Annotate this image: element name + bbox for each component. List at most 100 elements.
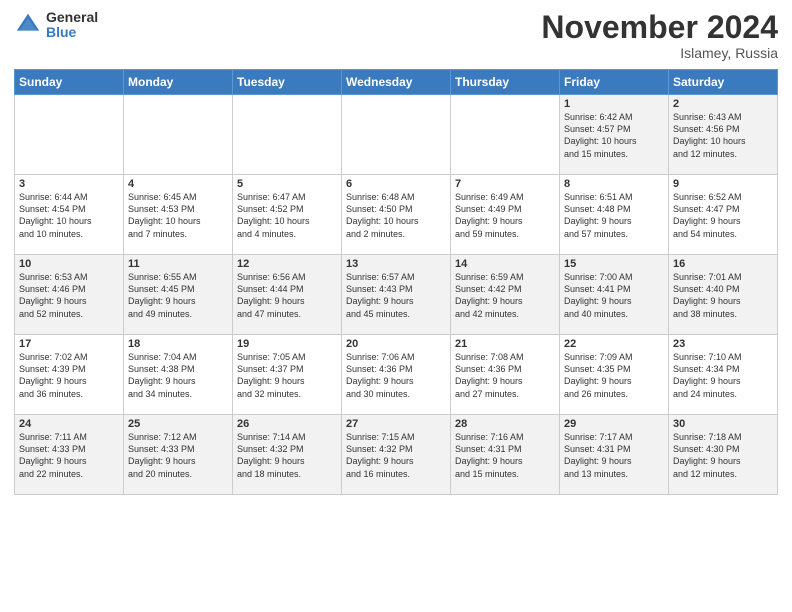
calendar-cell: 22Sunrise: 7:09 AM Sunset: 4:35 PM Dayli… [560, 335, 669, 415]
calendar-cell: 1Sunrise: 6:42 AM Sunset: 4:57 PM Daylig… [560, 95, 669, 175]
calendar-cell: 30Sunrise: 7:18 AM Sunset: 4:30 PM Dayli… [669, 415, 778, 495]
day-info: Sunrise: 7:00 AM Sunset: 4:41 PM Dayligh… [564, 271, 664, 320]
day-info: Sunrise: 7:05 AM Sunset: 4:37 PM Dayligh… [237, 351, 337, 400]
logo: General Blue [14, 10, 98, 41]
title-block: November 2024 Islamey, Russia [541, 10, 778, 61]
header: General Blue November 2024 Islamey, Russ… [14, 10, 778, 61]
calendar-cell: 13Sunrise: 6:57 AM Sunset: 4:43 PM Dayli… [342, 255, 451, 335]
calendar-cell: 9Sunrise: 6:52 AM Sunset: 4:47 PM Daylig… [669, 175, 778, 255]
calendar-table: Sunday Monday Tuesday Wednesday Thursday… [14, 69, 778, 495]
day-number: 22 [564, 338, 664, 350]
calendar-cell: 28Sunrise: 7:16 AM Sunset: 4:31 PM Dayli… [451, 415, 560, 495]
day-number: 3 [19, 178, 119, 190]
day-number: 19 [237, 338, 337, 350]
header-thursday: Thursday [451, 70, 560, 95]
logo-icon [14, 11, 42, 39]
header-monday: Monday [124, 70, 233, 95]
header-wednesday: Wednesday [342, 70, 451, 95]
calendar-cell: 23Sunrise: 7:10 AM Sunset: 4:34 PM Dayli… [669, 335, 778, 415]
header-tuesday: Tuesday [233, 70, 342, 95]
day-number: 10 [19, 258, 119, 270]
day-number: 16 [673, 258, 773, 270]
day-number: 21 [455, 338, 555, 350]
calendar-cell: 5Sunrise: 6:47 AM Sunset: 4:52 PM Daylig… [233, 175, 342, 255]
calendar-week-3: 10Sunrise: 6:53 AM Sunset: 4:46 PM Dayli… [15, 255, 778, 335]
header-row: Sunday Monday Tuesday Wednesday Thursday… [15, 70, 778, 95]
day-info: Sunrise: 7:18 AM Sunset: 4:30 PM Dayligh… [673, 431, 773, 480]
day-number: 27 [346, 418, 446, 430]
header-saturday: Saturday [669, 70, 778, 95]
day-number: 17 [19, 338, 119, 350]
day-number: 11 [128, 258, 228, 270]
day-number: 6 [346, 178, 446, 190]
calendar-cell: 8Sunrise: 6:51 AM Sunset: 4:48 PM Daylig… [560, 175, 669, 255]
day-info: Sunrise: 6:52 AM Sunset: 4:47 PM Dayligh… [673, 191, 773, 240]
calendar-cell [342, 95, 451, 175]
day-number: 28 [455, 418, 555, 430]
day-number: 7 [455, 178, 555, 190]
day-info: Sunrise: 7:02 AM Sunset: 4:39 PM Dayligh… [19, 351, 119, 400]
calendar-cell: 11Sunrise: 6:55 AM Sunset: 4:45 PM Dayli… [124, 255, 233, 335]
calendar-cell: 27Sunrise: 7:15 AM Sunset: 4:32 PM Dayli… [342, 415, 451, 495]
day-info: Sunrise: 7:10 AM Sunset: 4:34 PM Dayligh… [673, 351, 773, 400]
day-info: Sunrise: 6:57 AM Sunset: 4:43 PM Dayligh… [346, 271, 446, 320]
day-info: Sunrise: 6:48 AM Sunset: 4:50 PM Dayligh… [346, 191, 446, 240]
calendar-week-2: 3Sunrise: 6:44 AM Sunset: 4:54 PM Daylig… [15, 175, 778, 255]
day-number: 8 [564, 178, 664, 190]
calendar-cell: 21Sunrise: 7:08 AM Sunset: 4:36 PM Dayli… [451, 335, 560, 415]
day-number: 4 [128, 178, 228, 190]
location: Islamey, Russia [541, 45, 778, 61]
day-info: Sunrise: 7:06 AM Sunset: 4:36 PM Dayligh… [346, 351, 446, 400]
header-friday: Friday [560, 70, 669, 95]
calendar-week-4: 17Sunrise: 7:02 AM Sunset: 4:39 PM Dayli… [15, 335, 778, 415]
day-info: Sunrise: 7:16 AM Sunset: 4:31 PM Dayligh… [455, 431, 555, 480]
day-number: 9 [673, 178, 773, 190]
day-info: Sunrise: 6:55 AM Sunset: 4:45 PM Dayligh… [128, 271, 228, 320]
calendar-cell: 4Sunrise: 6:45 AM Sunset: 4:53 PM Daylig… [124, 175, 233, 255]
calendar-cell: 2Sunrise: 6:43 AM Sunset: 4:56 PM Daylig… [669, 95, 778, 175]
calendar-cell: 16Sunrise: 7:01 AM Sunset: 4:40 PM Dayli… [669, 255, 778, 335]
day-number: 1 [564, 98, 664, 110]
day-info: Sunrise: 6:49 AM Sunset: 4:49 PM Dayligh… [455, 191, 555, 240]
day-number: 29 [564, 418, 664, 430]
calendar-cell: 15Sunrise: 7:00 AM Sunset: 4:41 PM Dayli… [560, 255, 669, 335]
logo-general: General [46, 10, 98, 25]
calendar-cell: 7Sunrise: 6:49 AM Sunset: 4:49 PM Daylig… [451, 175, 560, 255]
calendar-week-1: 1Sunrise: 6:42 AM Sunset: 4:57 PM Daylig… [15, 95, 778, 175]
day-number: 15 [564, 258, 664, 270]
calendar-cell: 24Sunrise: 7:11 AM Sunset: 4:33 PM Dayli… [15, 415, 124, 495]
calendar-body: 1Sunrise: 6:42 AM Sunset: 4:57 PM Daylig… [15, 95, 778, 495]
day-info: Sunrise: 6:51 AM Sunset: 4:48 PM Dayligh… [564, 191, 664, 240]
calendar-cell: 6Sunrise: 6:48 AM Sunset: 4:50 PM Daylig… [342, 175, 451, 255]
day-number: 14 [455, 258, 555, 270]
day-info: Sunrise: 6:53 AM Sunset: 4:46 PM Dayligh… [19, 271, 119, 320]
calendar-cell: 20Sunrise: 7:06 AM Sunset: 4:36 PM Dayli… [342, 335, 451, 415]
calendar-cell: 18Sunrise: 7:04 AM Sunset: 4:38 PM Dayli… [124, 335, 233, 415]
calendar-cell [124, 95, 233, 175]
logo-text: General Blue [46, 10, 98, 41]
month-title: November 2024 [541, 10, 778, 45]
calendar-cell [233, 95, 342, 175]
calendar-cell: 3Sunrise: 6:44 AM Sunset: 4:54 PM Daylig… [15, 175, 124, 255]
day-number: 13 [346, 258, 446, 270]
day-info: Sunrise: 6:45 AM Sunset: 4:53 PM Dayligh… [128, 191, 228, 240]
day-number: 24 [19, 418, 119, 430]
day-info: Sunrise: 7:17 AM Sunset: 4:31 PM Dayligh… [564, 431, 664, 480]
day-info: Sunrise: 6:42 AM Sunset: 4:57 PM Dayligh… [564, 111, 664, 160]
day-info: Sunrise: 6:59 AM Sunset: 4:42 PM Dayligh… [455, 271, 555, 320]
day-number: 5 [237, 178, 337, 190]
day-number: 23 [673, 338, 773, 350]
day-info: Sunrise: 7:15 AM Sunset: 4:32 PM Dayligh… [346, 431, 446, 480]
logo-blue: Blue [46, 25, 98, 40]
day-info: Sunrise: 7:04 AM Sunset: 4:38 PM Dayligh… [128, 351, 228, 400]
day-info: Sunrise: 7:09 AM Sunset: 4:35 PM Dayligh… [564, 351, 664, 400]
calendar-cell: 29Sunrise: 7:17 AM Sunset: 4:31 PM Dayli… [560, 415, 669, 495]
calendar-cell: 14Sunrise: 6:59 AM Sunset: 4:42 PM Dayli… [451, 255, 560, 335]
calendar-cell [451, 95, 560, 175]
day-info: Sunrise: 7:12 AM Sunset: 4:33 PM Dayligh… [128, 431, 228, 480]
day-info: Sunrise: 6:56 AM Sunset: 4:44 PM Dayligh… [237, 271, 337, 320]
day-info: Sunrise: 7:01 AM Sunset: 4:40 PM Dayligh… [673, 271, 773, 320]
day-number: 2 [673, 98, 773, 110]
day-info: Sunrise: 7:11 AM Sunset: 4:33 PM Dayligh… [19, 431, 119, 480]
day-number: 30 [673, 418, 773, 430]
